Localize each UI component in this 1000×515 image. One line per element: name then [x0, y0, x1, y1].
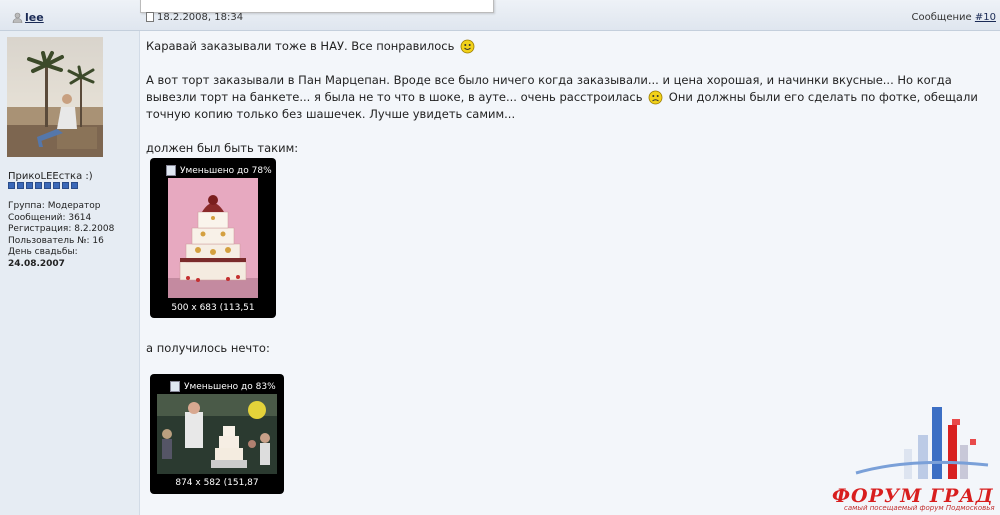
rank-pip	[35, 182, 42, 189]
avatar[interactable]	[7, 37, 103, 157]
post-header: lee 18.2.2008, 18:34 Сообщение #10	[0, 0, 1000, 31]
rank-pip	[26, 182, 33, 189]
message-paragraph: Каравай заказывали тоже в НАУ. Все понра…	[146, 38, 477, 55]
user-nick: ПрикоLEEстка :)	[8, 171, 93, 182]
rank-pip	[8, 182, 15, 189]
user-registered: Регистрация: 8.2.2008	[8, 224, 115, 234]
image-thumbnail[interactable]: Уменьшено до 83% 874 x 582 (151,87	[150, 374, 284, 494]
image-icon	[170, 381, 180, 392]
wedding-date: 24.08.2007	[8, 258, 65, 269]
wedding-label: День свадьбы:	[8, 247, 78, 257]
author-link[interactable]: lee	[25, 11, 44, 24]
rank-pip	[53, 182, 60, 189]
post-date: 18.2.2008, 18:34	[157, 12, 244, 23]
thumbnail-bar: Уменьшено до 78%	[166, 165, 272, 176]
thumbnail-bar: Уменьшено до 83%	[170, 381, 276, 392]
image-thumbnail[interactable]: Уменьшено до 78% 500 x 683 (113,51	[150, 158, 276, 318]
image-dimensions: 874 x 582 (151,87	[175, 478, 259, 488]
party-photo[interactable]	[157, 394, 277, 474]
rank-pip	[71, 182, 78, 189]
message-paragraph: А вот торт заказывали в Пан Марцепан. Вр…	[146, 72, 992, 123]
sad-smiley-icon	[648, 90, 663, 105]
post-number-link[interactable]: #10	[975, 12, 996, 23]
happy-smiley-icon	[460, 39, 475, 54]
user-sidebar: ПрикоLEEстка :) Группа: Модератор Сообще…	[0, 31, 140, 515]
rank-pip	[44, 182, 51, 189]
rank-pip	[17, 182, 24, 189]
cake-photo[interactable]	[168, 178, 258, 298]
user-group: Группа: Модератор	[8, 201, 101, 211]
image-dimensions: 500 x 683 (113,51	[171, 303, 255, 313]
post-number: Сообщение #10	[912, 12, 996, 23]
post-number-label: Сообщение	[911, 12, 972, 23]
thumbnail-label: Уменьшено до 83%	[184, 381, 276, 392]
logo-subtitle: самый посещаемый форум Подмосковья	[844, 504, 995, 512]
user-number: Пользователь №: 16	[8, 235, 104, 246]
forum-logo: ФОРУМ ГРАД самый посещаемый форум Подмос…	[832, 405, 1000, 515]
message-text: должен был быть таким:	[146, 141, 299, 155]
user-info: Группа: Модератор Сообщений: 3614 Регист…	[8, 201, 114, 270]
rank-pip	[62, 182, 69, 189]
image-icon	[166, 165, 176, 176]
logo-bars-icon	[855, 407, 989, 479]
user-icon	[12, 12, 23, 23]
user-messages: Сообщений: 3614	[8, 212, 92, 223]
post-icon	[146, 12, 154, 22]
thumbnail-label: Уменьшено до 78%	[180, 165, 272, 176]
message-text: Каравай заказывали тоже в НАУ. Все понра…	[146, 39, 455, 53]
rank-pips	[8, 182, 78, 189]
message-text: а получилось нечто:	[146, 341, 270, 355]
